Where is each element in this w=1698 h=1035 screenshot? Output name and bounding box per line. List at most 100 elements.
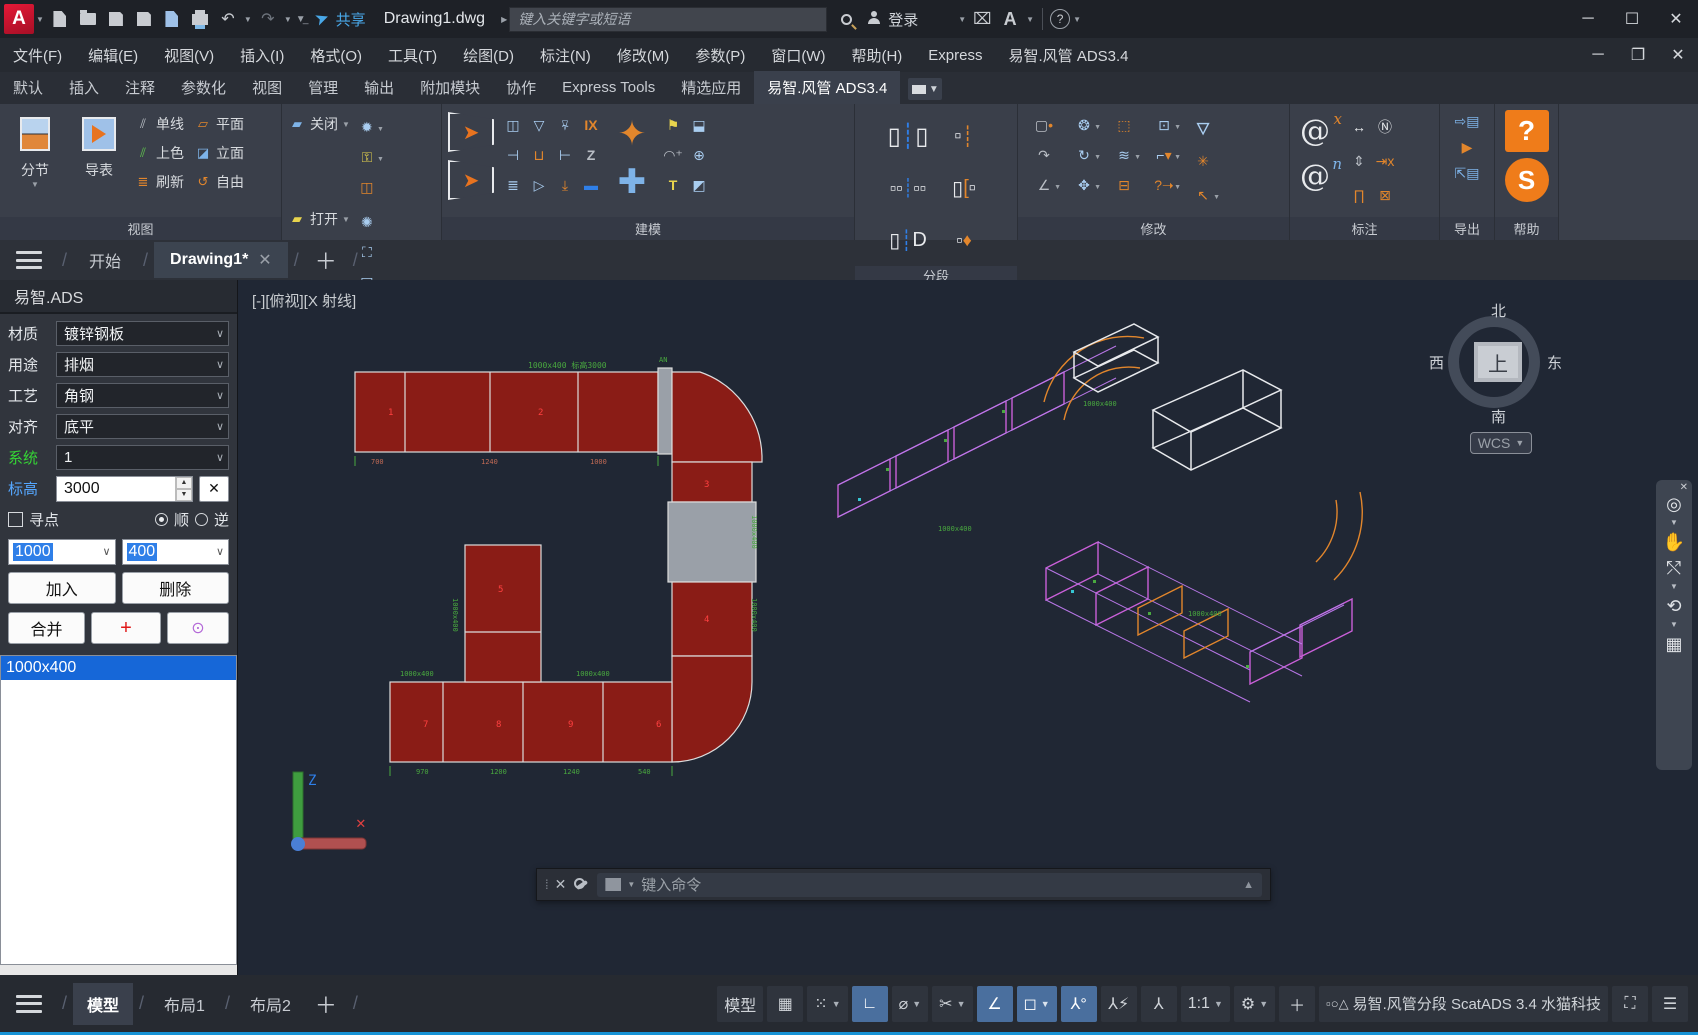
- close-button[interactable]: ✕: [1654, 0, 1698, 38]
- align-select[interactable]: 底平∨: [56, 414, 229, 439]
- workspace-gear-button[interactable]: ⚙▼: [1234, 986, 1275, 1022]
- save-as-button[interactable]: [131, 6, 157, 32]
- maximize-button[interactable]: ☐: [1610, 0, 1654, 38]
- dim-n-icon[interactable]: @n: [1300, 159, 1330, 194]
- doc-menu-icon[interactable]: [16, 251, 42, 269]
- duct-ix-icon[interactable]: IX: [580, 114, 602, 136]
- orbit-caret[interactable]: ▼: [1670, 622, 1678, 628]
- ribbon-tab-10[interactable]: 精选应用: [668, 71, 754, 104]
- menu-item-12[interactable]: Express: [915, 47, 995, 64]
- segment-split-icon[interactable]: ▯┊▯: [897, 125, 919, 147]
- menu-item-3[interactable]: 插入(I): [227, 45, 297, 66]
- curve-box-icon[interactable]: ◩: [688, 174, 710, 196]
- ribbon-tab-1[interactable]: 插入: [56, 71, 112, 104]
- minimize-button[interactable]: ─: [1566, 0, 1610, 38]
- duct-layers-icon[interactable]: ≣: [502, 174, 524, 196]
- command-input[interactable]: ▼ 键入命令 ▲: [597, 873, 1262, 897]
- compass-north[interactable]: 北: [1491, 300, 1506, 321]
- help-s-icon[interactable]: S: [1505, 158, 1549, 202]
- mirror-icon[interactable]: ⌐▾▼: [1153, 144, 1175, 166]
- layer-lock-icon[interactable]: ⚿▼: [356, 146, 378, 168]
- login-label[interactable]: 登录: [888, 9, 918, 30]
- ribbon-tab-0[interactable]: 默认: [0, 71, 56, 104]
- user-icon[interactable]: [861, 6, 887, 32]
- dim-box-x-icon[interactable]: ⊠: [1374, 184, 1396, 206]
- duct-straight-icon[interactable]: ◫: [502, 114, 524, 136]
- fillet-icon[interactable]: ↷: [1033, 144, 1055, 166]
- select-arrow-icon[interactable]: ↖▼: [1192, 184, 1214, 206]
- trim-icon[interactable]: ∠▼: [1033, 174, 1055, 196]
- autodesk-caret[interactable]: ▼: [1026, 15, 1034, 24]
- segment-grid-icon[interactable]: ▫▫┊▫▫: [897, 177, 919, 199]
- duct-arrow-icon[interactable]: ▷: [528, 174, 550, 196]
- move-icon[interactable]: ✥▼: [1073, 174, 1095, 196]
- status-menu-button[interactable]: ☰: [1652, 986, 1688, 1022]
- menu-item-11[interactable]: 帮助(H): [838, 45, 915, 66]
- menu-item-9[interactable]: 参数(P): [682, 45, 758, 66]
- dim-linear-icon[interactable]: ↔: [1348, 116, 1370, 138]
- tap-icon[interactable]: T: [662, 174, 684, 196]
- duct-draw2-button[interactable]: ➤: [448, 160, 494, 200]
- layer-off-button[interactable]: ▰关闭▼: [288, 112, 350, 136]
- nav-wheel-icon[interactable]: ◎: [1666, 494, 1682, 514]
- object-snap-button[interactable]: ◻▼: [1017, 986, 1057, 1022]
- segment-single-icon[interactable]: ▫┊: [953, 125, 975, 147]
- menu-item-7[interactable]: 标注(N): [527, 45, 604, 66]
- elevation-stepper[interactable]: ▲▼: [175, 477, 192, 501]
- view-compass[interactable]: 上 北 南 西 东: [1443, 302, 1553, 422]
- duct-offset-icon[interactable]: ⊣: [502, 144, 524, 166]
- menu-item-10[interactable]: 窗口(W): [758, 45, 838, 66]
- doc-restore-button[interactable]: ❐: [1618, 38, 1658, 72]
- menu-item-5[interactable]: 工具(T): [375, 45, 450, 66]
- stretch-icon[interactable]: ⬚: [1113, 114, 1135, 136]
- material-select[interactable]: 镀锌钢板∨: [56, 321, 229, 346]
- segment-anchor-icon[interactable]: ▫♦: [953, 229, 975, 251]
- undo-button[interactable]: ↶: [215, 6, 241, 32]
- duct-z-icon[interactable]: Z: [580, 144, 602, 166]
- scale-value-button[interactable]: 1:1▼: [1181, 986, 1230, 1022]
- layer-expand-icon[interactable]: ⛶: [356, 241, 378, 263]
- zoom-caret[interactable]: ▼: [1670, 584, 1678, 590]
- showmotion-icon[interactable]: ▦: [1665, 634, 1682, 654]
- process-select[interactable]: 角钢∨: [56, 383, 229, 408]
- ribbon-display-caret[interactable]: ▼: [908, 78, 942, 100]
- merge-button[interactable]: 合并: [8, 612, 85, 644]
- fullscreen-button[interactable]: ⛶: [1612, 986, 1648, 1022]
- dim-x-mark-icon[interactable]: ⇥x: [1374, 150, 1396, 172]
- width-select[interactable]: 1000∨: [8, 539, 116, 565]
- redo-button[interactable]: ↷: [255, 6, 281, 32]
- flex-duct-icon[interactable]: ◠⁺: [662, 144, 684, 166]
- command-bar[interactable]: ⁞ ✕ ▼ 键入命令 ▲: [536, 868, 1271, 901]
- menu-item-8[interactable]: 修改(M): [604, 45, 683, 66]
- export-sheet-icon[interactable]: ⇨▤: [1456, 110, 1478, 132]
- dim-n-circle-icon[interactable]: Ⓝ: [1374, 116, 1396, 138]
- compass-south[interactable]: 南: [1491, 406, 1506, 427]
- export-button[interactable]: [159, 6, 185, 32]
- grid-display-button[interactable]: ▦: [767, 986, 803, 1022]
- navbar-close-icon[interactable]: ✕: [1680, 482, 1688, 493]
- dim-pi-icon[interactable]: ∏: [1348, 184, 1370, 206]
- print-button[interactable]: [187, 6, 213, 32]
- export-play-icon[interactable]: ▶: [1456, 136, 1478, 158]
- help-icon[interactable]: ?: [1050, 9, 1070, 29]
- rotate-icon[interactable]: ↻▼: [1073, 144, 1095, 166]
- system-select[interactable]: 1∨: [56, 445, 229, 470]
- regen-icon[interactable]: ✳: [1192, 150, 1214, 172]
- plan-view-button[interactable]: ▱平面: [194, 112, 244, 136]
- object-snap-tracking-button[interactable]: ∠: [977, 986, 1013, 1022]
- usage-select[interactable]: 排烟∨: [56, 352, 229, 377]
- array-icon[interactable]: ≋▼: [1113, 144, 1135, 166]
- new-tab-button[interactable]: ＋: [315, 244, 337, 276]
- layer-sun-icon[interactable]: ✹▼: [356, 116, 378, 138]
- ribbon-tab-8[interactable]: 协作: [493, 71, 549, 104]
- toolbar-customize-caret[interactable]: ▼̲: [296, 14, 306, 25]
- erase-icon[interactable]: ▢•: [1033, 114, 1055, 136]
- compass-west[interactable]: 西: [1429, 352, 1444, 373]
- duct-drop-icon[interactable]: ⤓: [554, 174, 576, 196]
- ribbon-tab-5[interactable]: 管理: [295, 71, 351, 104]
- layout-tab-布局1[interactable]: 布局1: [150, 983, 219, 1025]
- ribbon-tab-2[interactable]: 注释: [112, 71, 168, 104]
- help-question-icon[interactable]: ?: [1505, 110, 1549, 152]
- refresh-button[interactable]: ≣刷新: [134, 170, 184, 194]
- share-icon[interactable]: ➤: [309, 6, 335, 32]
